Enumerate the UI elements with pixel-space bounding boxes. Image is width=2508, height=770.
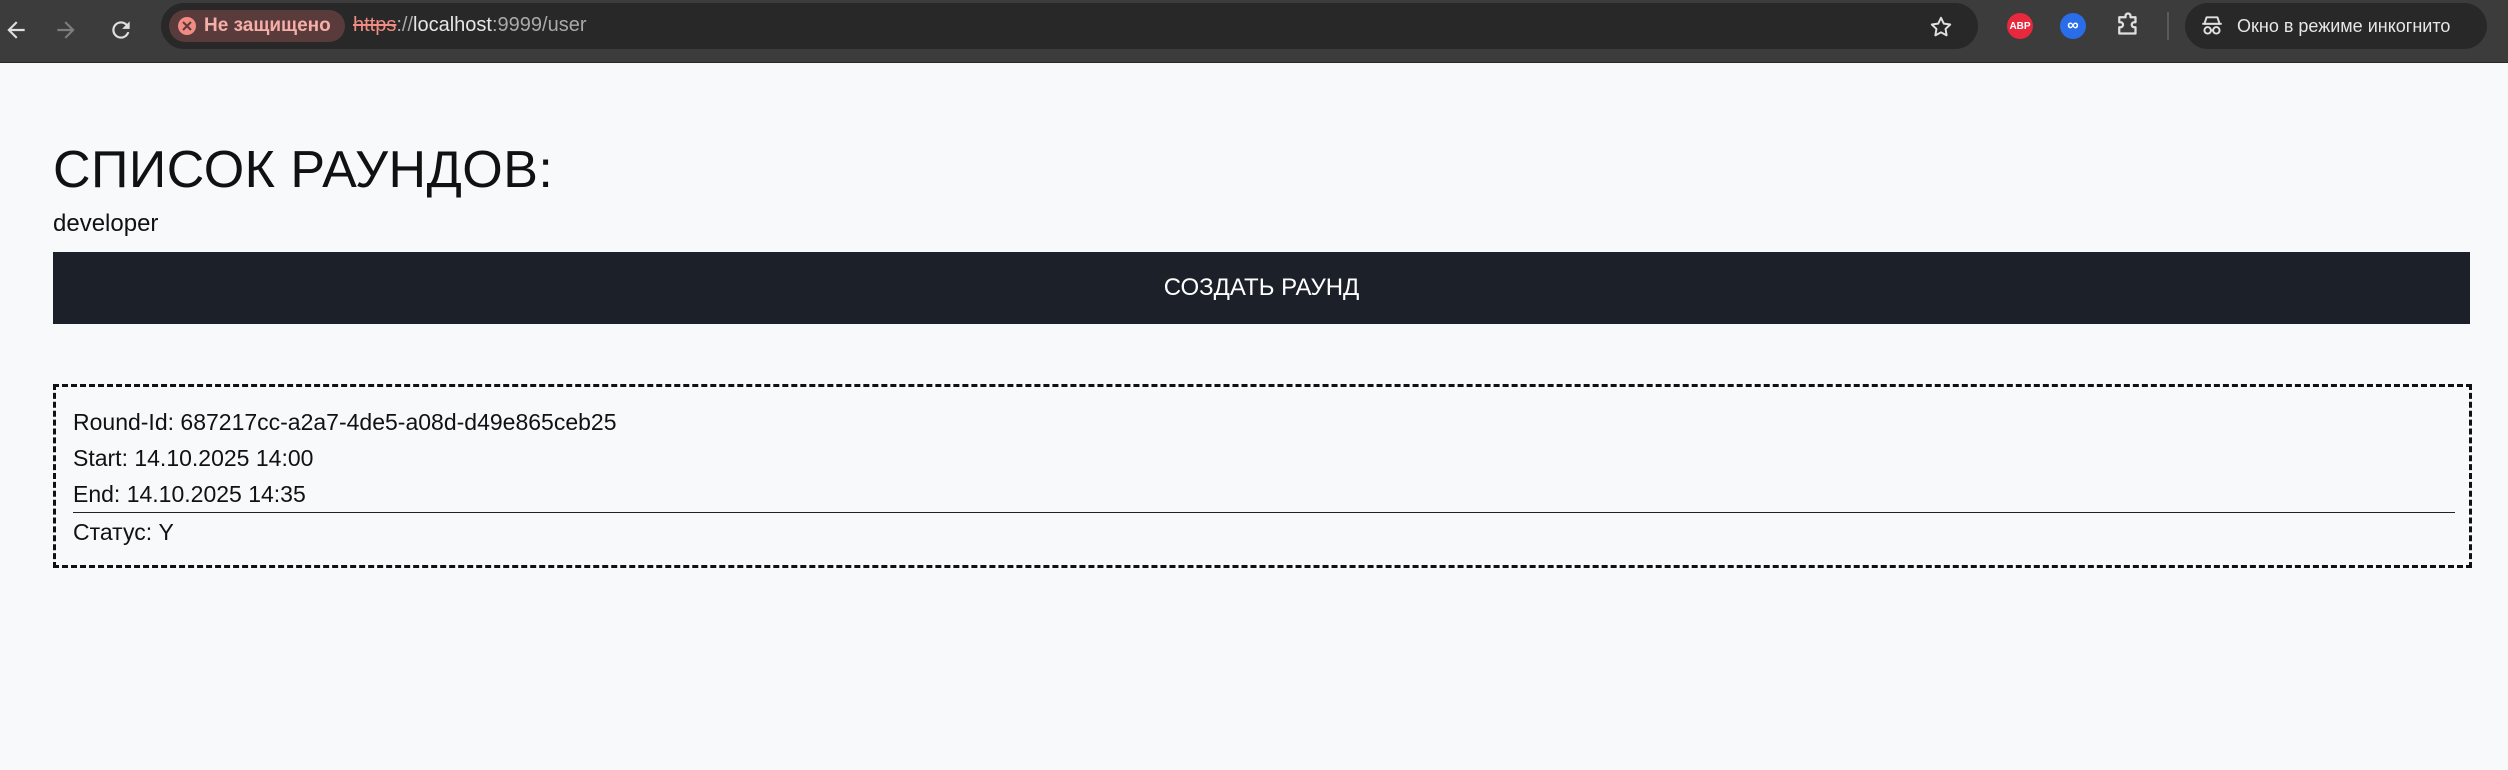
url-host: localhost [413, 14, 492, 36]
round-divider [73, 512, 2455, 513]
extensions-puzzle-icon[interactable] [2113, 11, 2143, 41]
round-card[interactable]: Round-Id: 687217cc-a2a7-4de5-a08d-d49e86… [53, 384, 2472, 568]
url-text[interactable]: https://localhost:9999/user [353, 14, 586, 37]
round-status: Статус: Y [73, 519, 174, 545]
arrow-right-icon [57, 21, 75, 39]
back-button[interactable] [0, 10, 36, 50]
round-end: End: 14.10.2025 14:35 [73, 481, 306, 507]
forward-button[interactable] [46, 10, 86, 50]
create-round-button[interactable]: СОЗДАТЬ РАУНД [53, 252, 2470, 324]
incognito-label: Окно в режиме инкогнито [2237, 15, 2451, 36]
browser-toolbar: Не защищено https://localhost:9999/user … [0, 0, 2508, 63]
infinity-extension-icon[interactable]: ∞ [2060, 13, 2086, 39]
incognito-indicator[interactable]: Окно в режиме инкогнито [2185, 3, 2487, 49]
address-bar[interactable]: Не защищено https://localhost:9999/user [161, 3, 1978, 49]
url-separator: :// [396, 14, 414, 36]
page-title: СПИСОК РАУНДОВ: [53, 141, 554, 199]
adblock-extension-icon[interactable]: ABP [2007, 13, 2033, 39]
url-path: :9999/user [491, 14, 587, 36]
round-id: Round-Id: 687217cc-a2a7-4de5-a08d-d49e86… [73, 409, 617, 435]
username-label: developer [53, 210, 159, 237]
reload-icon [112, 21, 130, 39]
url-scheme: https [353, 14, 397, 36]
reload-button[interactable] [101, 10, 141, 50]
incognito-icon [2202, 16, 2222, 35]
toolbar-separator [2167, 12, 2169, 40]
arrow-left-icon [7, 21, 25, 39]
security-chip[interactable]: Не защищено [169, 10, 345, 42]
security-label: Не защищено [204, 15, 331, 36]
bookmark-star-icon[interactable] [1928, 14, 1954, 40]
not-secure-icon [178, 17, 196, 35]
round-start: Start: 14.10.2025 14:00 [73, 445, 314, 471]
